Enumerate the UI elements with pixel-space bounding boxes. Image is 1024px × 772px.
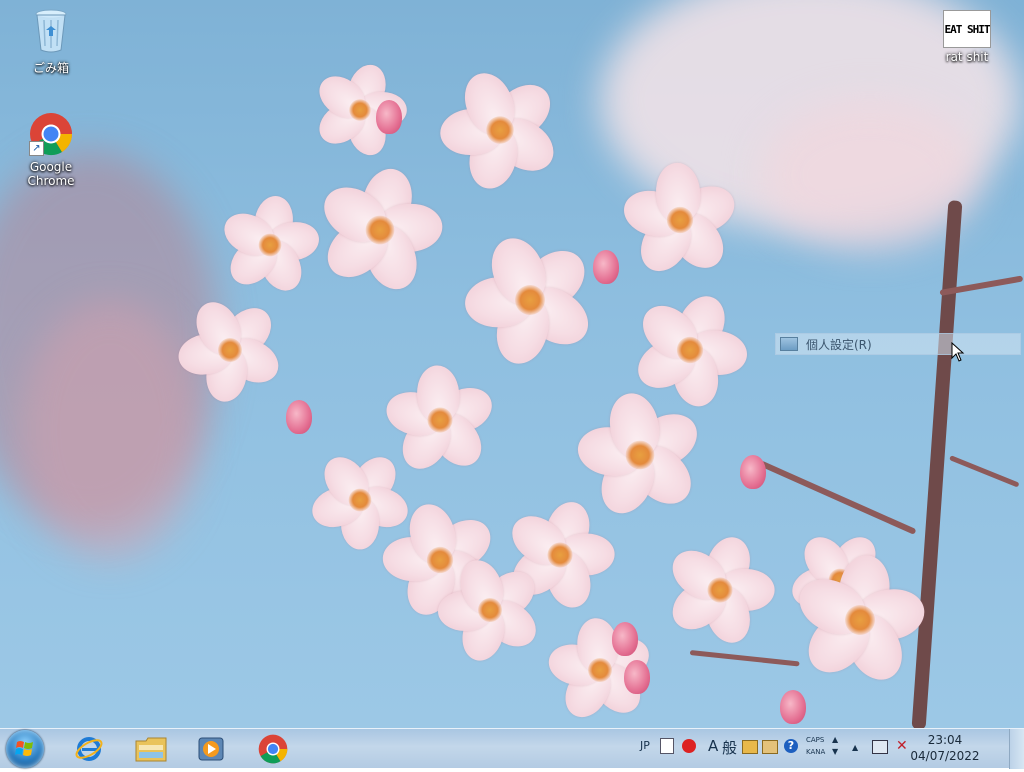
thumbnail-text: EAT SHIT: [944, 22, 991, 36]
blossom-flower: [775, 535, 944, 704]
clock-date: 04/07/2022: [910, 749, 980, 763]
folder-icon: [135, 737, 167, 762]
clock-time: 23:04: [927, 733, 963, 747]
shortcut-arrow-icon: ↗: [29, 141, 44, 156]
taskbar-internet-explorer[interactable]: [62, 731, 116, 767]
internet-explorer-icon: [75, 737, 103, 761]
blossom-bud: [612, 622, 638, 656]
system-clock[interactable]: 23:04 04/07/2022: [906, 732, 984, 764]
blossom-bud: [593, 250, 619, 284]
taskbar-windows-explorer[interactable]: [124, 731, 178, 767]
ime-input-mode[interactable]: A: [708, 737, 718, 755]
recycle-bin-icon: [6, 8, 96, 57]
kana-indicator: KANA: [806, 748, 826, 756]
windows-logo-icon: [15, 741, 33, 756]
show-hidden-icons-button[interactable]: ▲: [852, 743, 858, 752]
desktop[interactable]: ごみ箱 ↗ Google Chrome EAT SHIT rat shit 個人…: [0, 0, 1024, 728]
image-file-icon: EAT SHIT: [943, 10, 991, 48]
taskbar-google-chrome[interactable]: [246, 731, 300, 767]
taskbar-media-player[interactable]: [184, 731, 238, 767]
blossom-bud: [740, 455, 766, 489]
mouse-cursor-icon: [951, 342, 965, 362]
desktop-icon-recycle-bin[interactable]: ごみ箱: [6, 8, 96, 76]
desktop-icon-label: Google Chrome: [27, 160, 75, 188]
taskbar: JP A 般 ? CAPS KANA ▲ ▼ ▲ ✕ 23:04 04/07/2…: [0, 728, 1024, 769]
desktop-icon-rat-shit[interactable]: EAT SHIT rat shit: [922, 10, 1012, 64]
help-icon[interactable]: ?: [784, 739, 798, 753]
language-indicator[interactable]: JP: [640, 739, 650, 752]
tree-twig: [949, 455, 1020, 488]
blossom-bud: [780, 690, 806, 724]
context-menu-personalize[interactable]: 個人設定(R): [775, 333, 1021, 355]
ime-pad-icon[interactable]: [660, 738, 674, 754]
chevron-down-icon: ▼: [832, 747, 839, 756]
show-desktop-button[interactable]: [1009, 729, 1024, 769]
chrome-icon: [258, 734, 288, 764]
personalize-icon: [780, 337, 798, 351]
desktop-icon-google-chrome[interactable]: ↗ Google Chrome: [6, 112, 96, 188]
start-button[interactable]: [6, 730, 44, 768]
caps-indicator: CAPS: [806, 736, 825, 744]
chevron-up-icon: ▲: [832, 735, 839, 744]
ime-tool-icon[interactable]: [682, 739, 696, 753]
desktop-icon-label: rat shit: [945, 50, 989, 64]
context-menu-label: 個人設定(R): [806, 337, 872, 352]
blossom-bud: [624, 660, 650, 694]
media-player-icon: [198, 737, 224, 761]
ime-properties-icon[interactable]: [762, 740, 778, 754]
chrome-icon: ↗: [29, 112, 73, 158]
ime-conversion-mode[interactable]: 般: [722, 737, 737, 758]
blossom-bud: [286, 400, 312, 434]
ime-dictionary-icon[interactable]: [742, 740, 758, 754]
desktop-icon-label: ごみ箱: [32, 61, 69, 75]
blossom-bud: [376, 100, 402, 134]
network-icon[interactable]: [872, 740, 888, 754]
